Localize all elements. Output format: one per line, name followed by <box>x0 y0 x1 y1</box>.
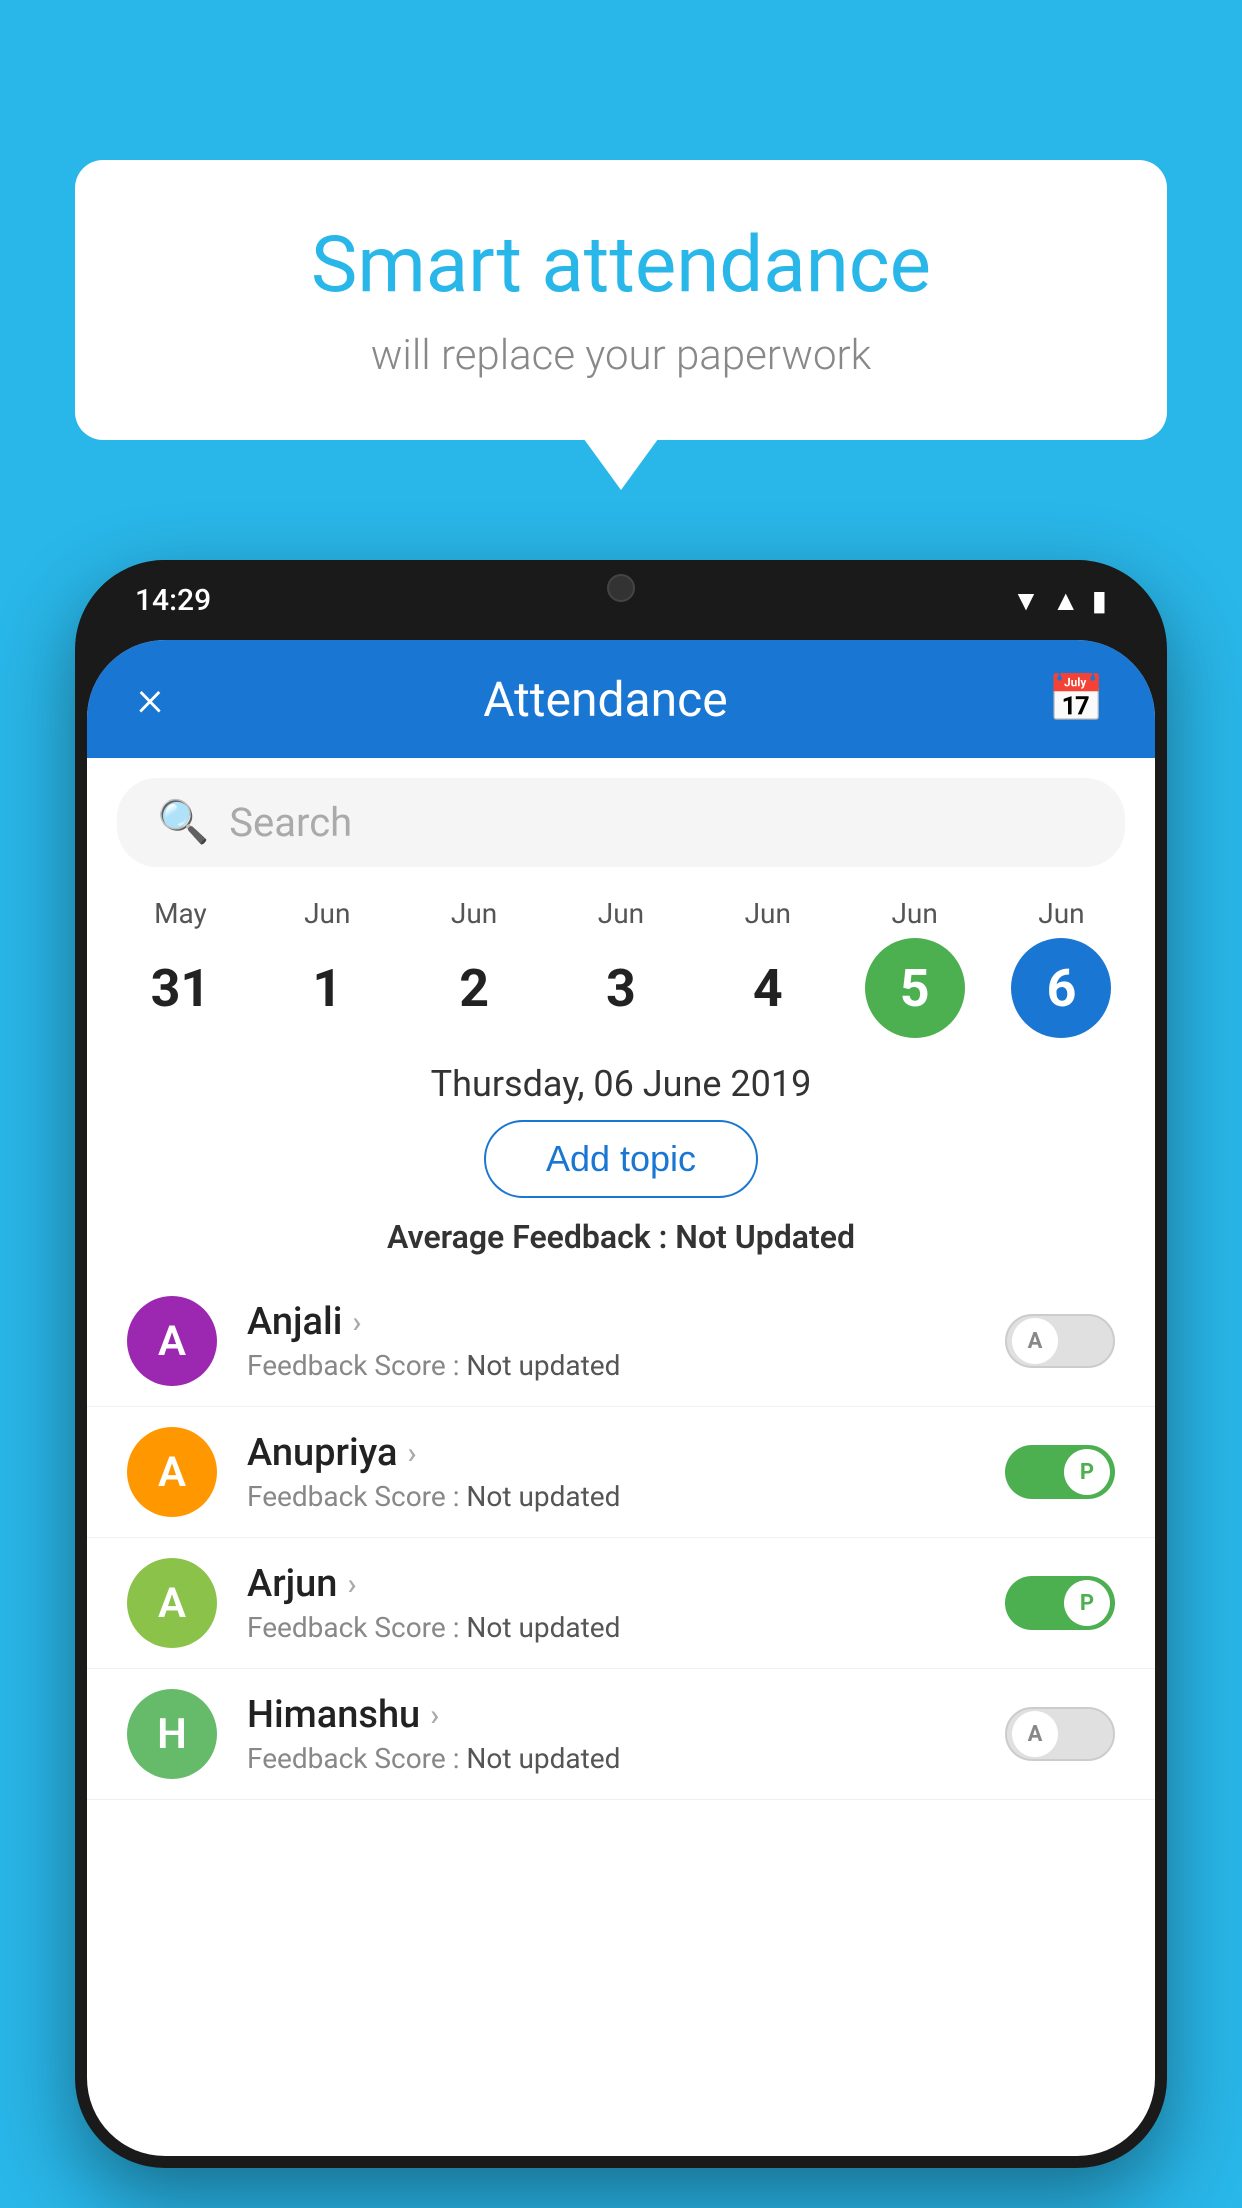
feedback-value: Not updated <box>466 1349 620 1382</box>
phone-screen: × Attendance 📅 🔍 Search May31Jun1Jun2Jun… <box>87 640 1155 2156</box>
chevron-right-icon: › <box>407 1436 416 1471</box>
student-info: Anupriya › Feedback Score : Not updated <box>247 1431 1005 1513</box>
status-icons: ▼ ▲ ▮ <box>1012 584 1107 617</box>
student-feedback: Feedback Score : Not updated <box>247 1349 1005 1382</box>
calendar-icon[interactable]: 📅 <box>1048 672 1105 726</box>
cal-date-number[interactable]: 1 <box>277 938 377 1038</box>
student-name: Anjali › <box>247 1300 1005 1344</box>
toggle-switch[interactable]: P <box>1005 1445 1115 1499</box>
phone-notch <box>551 560 691 615</box>
chevron-right-icon: › <box>347 1567 356 1602</box>
calendar-row: May 31 Jun 1 Jun 2 Jun 3 Jun 4 Jun 5 Jun 6 <box>87 887 1155 1043</box>
avg-feedback-value: Not Updated <box>675 1218 855 1256</box>
cal-month-label: Jun <box>891 897 937 930</box>
cal-month-label: May <box>154 897 207 930</box>
student-info: Himanshu › Feedback Score : Not updated <box>247 1693 1005 1775</box>
cal-date-number[interactable]: 31 <box>130 938 230 1038</box>
search-icon: 🔍 <box>157 798 209 847</box>
toggle-thumb: P <box>1064 1580 1110 1626</box>
chevron-right-icon: › <box>430 1698 439 1733</box>
calendar-day[interactable]: Jun 3 <box>561 897 681 1038</box>
calendar-day[interactable]: May 31 <box>120 897 240 1038</box>
cal-date-number[interactable]: 2 <box>424 938 524 1038</box>
avatar: A <box>127 1558 217 1648</box>
students-list: AAnjali ›Feedback Score : Not updatedAAA… <box>87 1276 1155 2156</box>
cal-date-number[interactable]: 5 <box>865 938 965 1038</box>
avatar: H <box>127 1689 217 1779</box>
list-item[interactable]: A Anupriya › Feedback Score : Not updated P <box>87 1407 1155 1538</box>
student-info: Anjali › Feedback Score : Not updated <box>247 1300 1005 1382</box>
student-name: Anupriya › <box>247 1431 1005 1475</box>
cal-month-label: Jun <box>745 897 791 930</box>
wifi-icon: ▼ <box>1012 584 1040 617</box>
app-bar: × Attendance 📅 <box>87 640 1155 758</box>
cal-month-label: Jun <box>451 897 497 930</box>
attendance-toggle[interactable]: P <box>1005 1445 1115 1499</box>
calendar-day[interactable]: Jun 4 <box>708 897 828 1038</box>
toggle-switch[interactable]: A <box>1005 1314 1115 1368</box>
calendar-day[interactable]: Jun 6 <box>1001 897 1121 1038</box>
cal-month-label: Jun <box>598 897 644 930</box>
avatar: A <box>127 1427 217 1517</box>
cal-month-label: Jun <box>304 897 350 930</box>
search-input[interactable]: Search <box>229 799 352 846</box>
speech-bubble-title: Smart attendance <box>155 220 1087 311</box>
feedback-value: Not updated <box>466 1611 620 1644</box>
toggle-switch[interactable]: P <box>1005 1576 1115 1630</box>
list-item[interactable]: AAnjali ›Feedback Score : Not updatedA <box>87 1276 1155 1407</box>
selected-date-label: Thursday, 06 June 2019 <box>87 1043 1155 1120</box>
toggle-thumb: P <box>1064 1449 1110 1495</box>
avg-feedback: Average Feedback : Not Updated <box>87 1218 1155 1276</box>
student-feedback: Feedback Score : Not updated <box>247 1611 1005 1644</box>
speech-bubble: Smart attendance will replace your paper… <box>75 160 1167 440</box>
student-name: Arjun › <box>247 1562 1005 1606</box>
student-feedback: Feedback Score : Not updated <box>247 1480 1005 1513</box>
attendance-toggle[interactable]: A <box>1005 1314 1115 1368</box>
speech-bubble-subtitle: will replace your paperwork <box>155 331 1087 380</box>
toggle-switch[interactable]: A <box>1005 1707 1115 1761</box>
student-info: Arjun › Feedback Score : Not updated <box>247 1562 1005 1644</box>
phone-top-bar: 14:29 ▼ ▲ ▮ <box>75 560 1167 640</box>
app-bar-title: Attendance <box>483 671 728 728</box>
battery-icon: ▮ <box>1092 584 1107 617</box>
feedback-value: Not updated <box>466 1480 620 1513</box>
cal-date-number[interactable]: 3 <box>571 938 671 1038</box>
feedback-value: Not updated <box>466 1742 620 1775</box>
list-item[interactable]: H Himanshu › Feedback Score : Not updatedA <box>87 1669 1155 1800</box>
calendar-day[interactable]: Jun 1 <box>267 897 387 1038</box>
avatar: A <box>127 1296 217 1386</box>
cal-date-number[interactable]: 4 <box>718 938 818 1038</box>
signal-icon: ▲ <box>1052 584 1080 617</box>
toggle-thumb: A <box>1012 1711 1058 1757</box>
calendar-day[interactable]: Jun 5 <box>855 897 975 1038</box>
toggle-thumb: A <box>1012 1318 1058 1364</box>
add-topic-button[interactable]: Add topic <box>484 1120 758 1198</box>
student-name: Himanshu › <box>247 1693 1005 1737</box>
list-item[interactable]: A Arjun › Feedback Score : Not updated P <box>87 1538 1155 1669</box>
close-button[interactable]: × <box>137 670 163 728</box>
notch-camera <box>607 574 635 602</box>
status-time: 14:29 <box>135 583 211 618</box>
search-bar[interactable]: 🔍 Search <box>117 778 1125 867</box>
cal-month-label: Jun <box>1038 897 1084 930</box>
attendance-toggle[interactable]: P <box>1005 1576 1115 1630</box>
attendance-toggle[interactable]: A <box>1005 1707 1115 1761</box>
cal-date-number[interactable]: 6 <box>1011 938 1111 1038</box>
speech-bubble-container: Smart attendance will replace your paper… <box>75 160 1167 440</box>
avg-feedback-label: Average Feedback : <box>387 1218 667 1256</box>
phone-frame: 14:29 ▼ ▲ ▮ × Attendance 📅 🔍 Search May 3… <box>75 560 1167 2168</box>
student-feedback: Feedback Score : Not updated <box>247 1742 1005 1775</box>
chevron-right-icon: › <box>352 1305 361 1340</box>
calendar-day[interactable]: Jun 2 <box>414 897 534 1038</box>
